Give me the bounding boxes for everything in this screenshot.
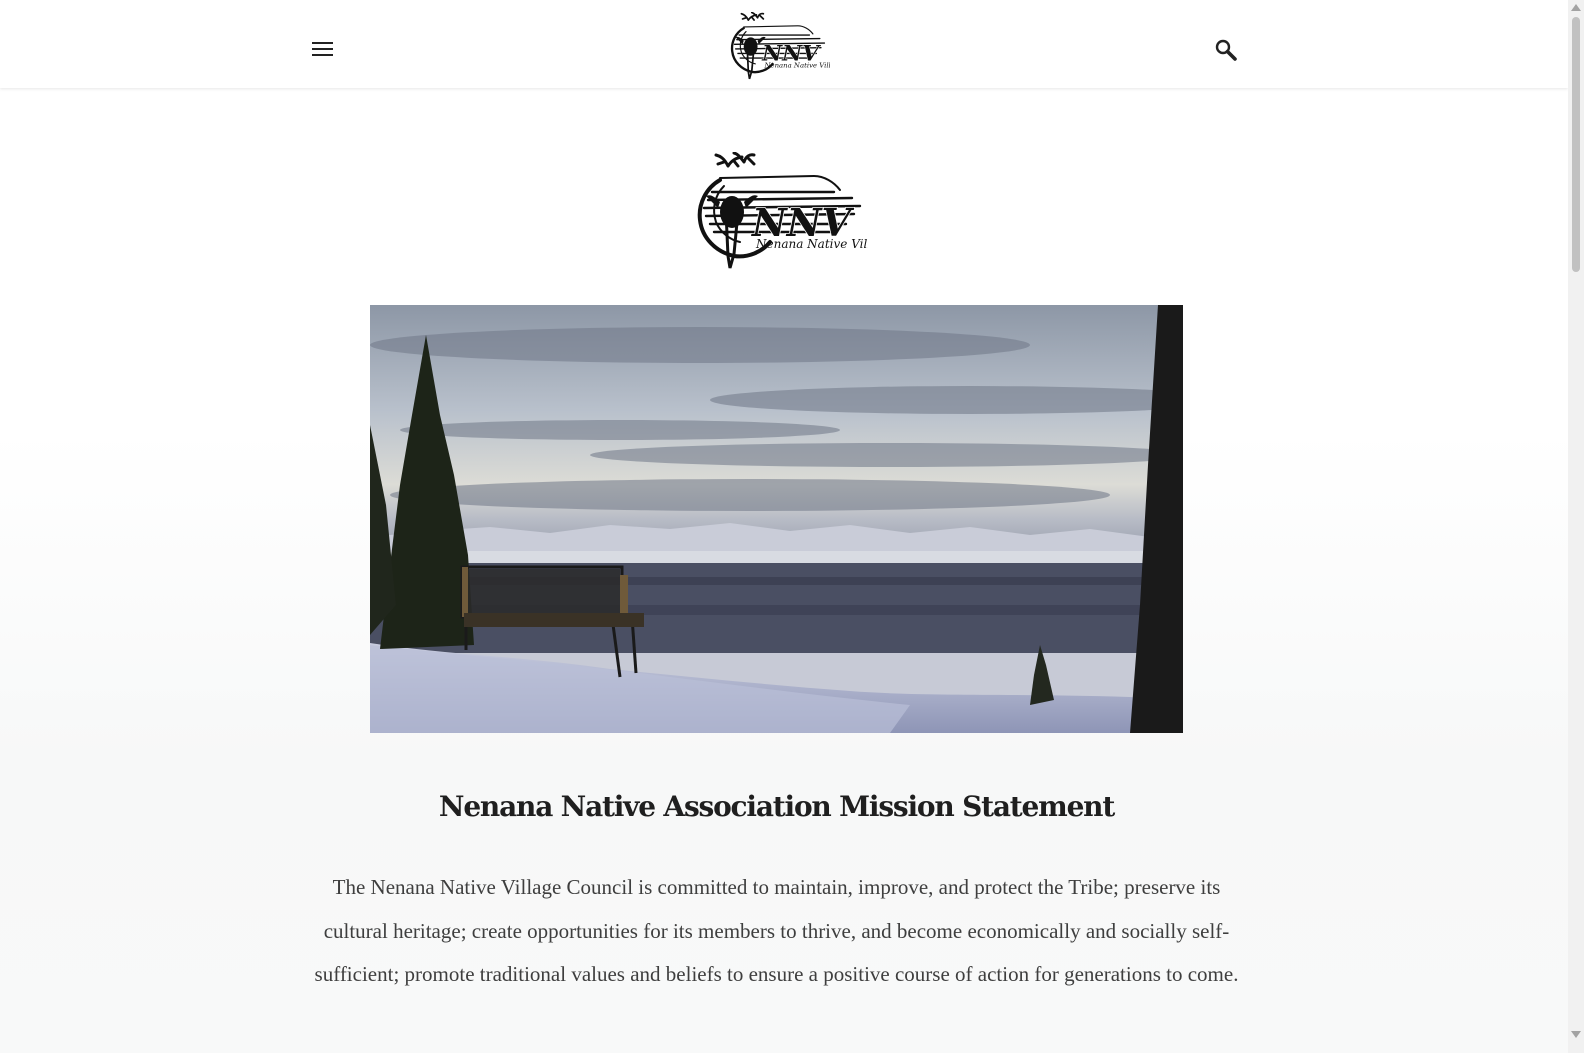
winter-landscape-image: [370, 305, 1183, 733]
vertical-scrollbar[interactable]: [1568, 0, 1584, 1053]
scroll-up-arrow-icon[interactable]: [1571, 4, 1581, 11]
hero-logo: NNV Nenana Native Village: [684, 151, 893, 270]
header-logo-link[interactable]: NNV Nenana Native Village: [722, 11, 843, 80]
hamburger-menu-button[interactable]: [312, 40, 334, 58]
mission-title: Nenana Native Association Mission Statem…: [438, 790, 1115, 823]
site-header: NNV Nenana Native Village: [0, 0, 1568, 88]
hero-photo: [370, 305, 1183, 733]
nnv-logo-icon: NNV Nenana Native Village: [730, 11, 843, 80]
scroll-down-arrow-icon[interactable]: [1571, 1031, 1581, 1038]
logo-tagline: Nenana Native Village: [763, 61, 830, 69]
logo-tagline: Nenana Native Village: [755, 237, 868, 251]
menu-bar-line: [312, 48, 333, 50]
menu-bar-line: [312, 42, 333, 44]
nnv-logo-icon: NNV Nenana Native Village: [697, 151, 893, 269]
page-viewport: NNV Nenana Native Village: [0, 0, 1568, 1053]
search-icon: [1215, 39, 1237, 61]
search-button[interactable]: [1214, 38, 1238, 62]
scrollbar-thumb[interactable]: [1572, 17, 1580, 272]
mission-body: The Nenana Native Village Council is com…: [314, 875, 1239, 986]
menu-bar-line: [312, 54, 333, 56]
